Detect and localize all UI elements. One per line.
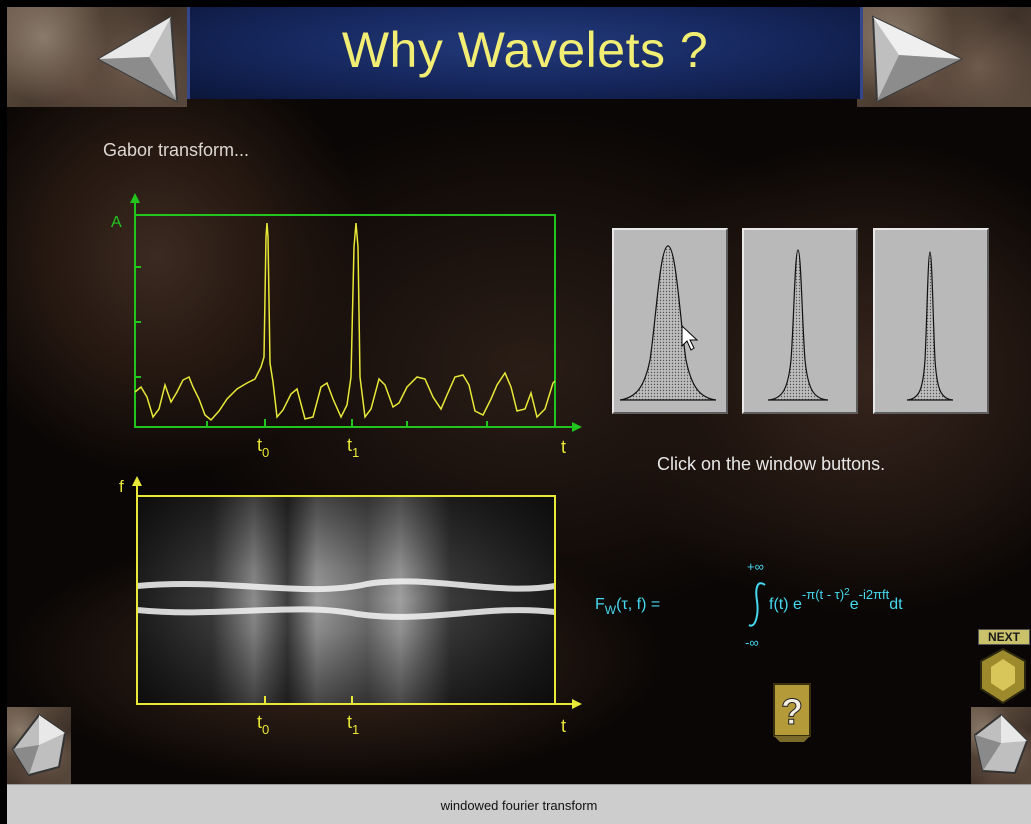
spectrogram-marker-t0-label: t0	[257, 712, 269, 737]
integral-lower-limit: -∞	[745, 635, 759, 650]
instruction-text: Click on the window buttons.	[657, 454, 886, 474]
medium-gaussian-icon	[767, 249, 829, 401]
signal-plot: A t t0 t1	[111, 193, 582, 460]
spectrogram-plot: f t t0 t1	[119, 476, 582, 737]
wide-window-button[interactable]	[612, 228, 728, 414]
bottom-left-gem-icon[interactable]	[9, 713, 69, 777]
next-button[interactable]: NEXT	[975, 629, 1031, 709]
help-button[interactable]: ?	[770, 680, 814, 744]
gabor-formula: FW(τ, f) = +∞ -∞ f(t) e-π(t - τ)2e-i2πft…	[595, 559, 903, 650]
title-banner: Why Wavelets ?	[187, 7, 863, 99]
formula-integrand: f(t) e-π(t - τ)2e-i2πftdt	[769, 587, 903, 613]
next-gem-icon	[980, 647, 1026, 705]
integral-upper-limit: +∞	[747, 559, 764, 574]
marker-t0-label: t0	[257, 435, 269, 460]
time-axis-label: t	[561, 437, 566, 457]
status-text: windowed fourier transform	[440, 798, 598, 813]
integral-sign-icon	[748, 582, 766, 627]
spectrogram-time-label: t	[561, 716, 566, 736]
medium-window-button[interactable]	[742, 228, 858, 414]
status-bar: windowed fourier transform	[7, 784, 1031, 824]
forward-arrow-icon[interactable]	[865, 15, 965, 103]
frequency-axis-label: f	[119, 477, 124, 496]
slide-canvas: Why Wavelets ? Gabor transform... A t t0…	[7, 7, 1031, 784]
help-icon: ?	[781, 691, 803, 732]
marker-t1-label: t1	[347, 435, 359, 460]
back-arrow-icon[interactable]	[97, 15, 187, 103]
next-label: NEXT	[978, 629, 1030, 645]
amplitude-axis-label: A	[111, 214, 122, 231]
spectrogram-marker-t1-label: t1	[347, 712, 359, 737]
formula-lhs: FW(τ, f) =	[595, 596, 660, 617]
signal-waveform	[134, 222, 556, 422]
section-label: Gabor transform...	[103, 140, 250, 160]
narrow-gaussian-icon	[906, 251, 954, 401]
wide-gaussian-icon	[619, 245, 717, 401]
narrow-window-button[interactable]	[873, 228, 989, 414]
page-title: Why Wavelets ?	[341, 22, 709, 78]
bottom-right-gem-icon[interactable]	[971, 713, 1031, 777]
